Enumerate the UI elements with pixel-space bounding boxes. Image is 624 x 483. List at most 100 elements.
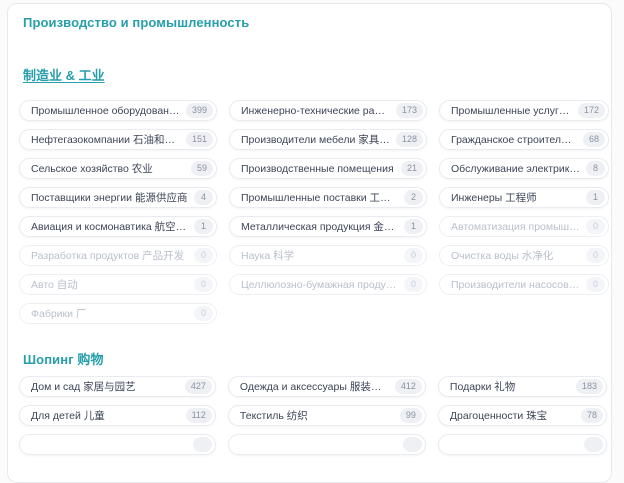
category-label: Авто 自动 [31, 277, 78, 292]
category-label: Для детей 儿童 [31, 408, 105, 423]
category-item[interactable]: Для детей 儿童 112 [19, 405, 216, 426]
category-label: Производители насосов 泵制造商 [451, 277, 580, 292]
category-item[interactable] [19, 434, 216, 455]
section-shopping: Шопинг 购物 Дом и сад 家居与园艺 427 Для детей 儿童… [19, 349, 607, 455]
category-label: Поставщики энергии 能源供应商 [31, 190, 187, 205]
category-count-badge: 1 [194, 219, 213, 234]
category-count-badge: 0 [586, 277, 605, 292]
category-count-badge: 427 [185, 379, 212, 394]
category-item[interactable]: Автоматизация промышленности 0 [439, 216, 609, 237]
category-count-badge: 412 [395, 379, 422, 394]
category-count-badge: 4 [194, 190, 213, 205]
category-count-badge: 112 [186, 408, 212, 423]
category-label: Промышленные поставки 工业用品 [241, 190, 398, 205]
category-label: Промышленные услуги 工业服务 [451, 103, 572, 118]
category-label: Одежда и аксессуары 服装和配饰 [240, 379, 389, 394]
category-item[interactable]: Производственные помещения 21 [229, 158, 427, 179]
category-item[interactable]: Промышленные поставки 工业用品 2 [229, 187, 427, 208]
category-item[interactable]: Одежда и аксессуары 服装和配饰 412 [228, 376, 426, 397]
category-count-badge: 0 [194, 248, 213, 263]
category-item[interactable]: Подарки 礼物183 [438, 376, 607, 397]
category-label: Подарки 礼物 [450, 379, 515, 394]
category-label: Инженеры 工程师 [451, 190, 537, 205]
category-count-badge: 99 [400, 408, 422, 423]
category-count-badge: 1 [404, 219, 423, 234]
category-count-badge: 151 [186, 132, 213, 147]
category-label: Нефтегазокомпании 石油和天然气公司 [31, 132, 180, 147]
category-label: Целлюлозно-бумажная продукция [241, 279, 398, 291]
category-count-badge: 0 [404, 277, 423, 292]
category-column: Дом и сад 家居与园艺 427 Для детей 儿童 112 [19, 376, 216, 455]
category-count-badge: 59 [191, 161, 213, 176]
industry-subcategory-link[interactable]: 制造业 & 工业 [23, 65, 105, 84]
category-label: Производители мебели 家具制造商 [241, 132, 390, 147]
categories-panel: Производство и промышленность 制造业 & 工业 П… [7, 3, 612, 483]
category-item[interactable]: Нефтегазокомпании 石油和天然气公司 151 [19, 129, 217, 150]
category-count-badge: 0 [586, 248, 605, 263]
category-item[interactable]: Поставщики энергии 能源供应商 4 [19, 187, 217, 208]
category-item[interactable]: Разработка продуктов 产品开发 0 [19, 245, 217, 266]
category-item[interactable]: Наука 科学 0 [229, 245, 427, 266]
category-count-badge: 0 [586, 219, 605, 234]
category-label: Гражданское строительство [451, 134, 577, 146]
category-item[interactable]: Очистка воды 水净化0 [439, 245, 609, 266]
category-item[interactable]: Сельское хозяйство 农业 59 [19, 158, 217, 179]
category-item[interactable]: Целлюлозно-бумажная продукция 0 [229, 274, 427, 295]
category-label: Разработка продуктов 产品开发 [31, 248, 184, 263]
category-item[interactable]: Авто 自动 0 [19, 274, 217, 295]
category-item[interactable] [228, 434, 426, 455]
category-count-badge [193, 437, 212, 452]
category-item[interactable]: Обслуживание электрики 电气维护 8 [439, 158, 609, 179]
category-item[interactable]: Авиация и космонавтика 航空和宇航 1 [19, 216, 217, 237]
category-count-badge: 0 [194, 306, 213, 321]
section-industry: Производство и промышленность 制造业 & 工业 П… [19, 15, 607, 324]
category-label: Обслуживание электрики 电气维护 [451, 161, 580, 176]
category-item[interactable]: Инженерно-технические работы 173 [229, 100, 427, 121]
category-label: Производственные помещения [241, 163, 394, 175]
category-label: Инженерно-технические работы [241, 105, 390, 117]
category-item[interactable] [438, 434, 607, 455]
category-column: Одежда и аксессуары 服装和配饰 412 Текстиль 纺织 9… [228, 376, 426, 455]
industry-category-grid: Промышленное оборудование 399 Нефтегазоком… [19, 100, 607, 324]
category-item[interactable]: Производители мебели 家具制造商 128 [229, 129, 427, 150]
category-count-badge: 0 [404, 248, 423, 263]
category-column: Инженерно-технические работы 173 Производи… [229, 100, 427, 324]
category-count-badge: 0 [194, 277, 213, 292]
category-label: Автоматизация промышленности [451, 221, 580, 233]
category-count-badge: 78 [581, 408, 603, 423]
category-count-badge: 128 [396, 132, 423, 147]
category-label: Авиация и космонавтика 航空和宇航 [31, 219, 188, 234]
category-label: Драгоценности 珠宝 [450, 408, 547, 423]
category-label: Дом и сад 家居与园艺 [31, 379, 136, 394]
category-item[interactable]: Дом и сад 家居与园艺 427 [19, 376, 216, 397]
category-item[interactable]: Гражданское строительство 68 [439, 129, 609, 150]
category-item[interactable]: Производители насосов 泵制造商 0 [439, 274, 609, 295]
shopping-category-grid: Дом и сад 家居与园艺 427 Для детей 儿童 112 Одежда … [19, 376, 607, 455]
category-item[interactable]: Фабрики 厂0 [19, 303, 217, 324]
category-count-badge [403, 437, 422, 452]
category-count-badge: 2 [404, 190, 423, 205]
category-item[interactable]: Инженеры 工程师 1 [439, 187, 609, 208]
category-count-badge: 68 [583, 132, 605, 147]
category-item[interactable]: Металлическая продукция 金属制品 1 [229, 216, 427, 237]
category-label: Металлическая продукция 金属制品 [241, 219, 398, 234]
category-count-badge: 21 [401, 161, 423, 176]
category-count-badge: 172 [578, 103, 605, 118]
category-item[interactable]: Промышленное оборудование 399 [19, 100, 217, 121]
category-label: Сельское хозяйство 农业 [31, 161, 153, 176]
category-column: Промышленное оборудование 399 Нефтегазоком… [19, 100, 217, 324]
category-label: Промышленное оборудование [31, 105, 180, 117]
group-title-industry: Производство и промышленность [23, 15, 607, 30]
category-count-badge [584, 437, 603, 452]
category-item[interactable]: Промышленные услуги 工业服务 172 [439, 100, 609, 121]
category-count-badge: 399 [186, 103, 213, 118]
category-count-badge: 1 [586, 190, 605, 205]
category-label: Наука 科学 [241, 248, 294, 263]
group-title-shopping: Шопинг 购物 [23, 349, 607, 368]
category-item[interactable]: Текстиль 纺织 99 [228, 405, 426, 426]
category-label: Текстиль 纺织 [240, 408, 308, 423]
category-item[interactable]: Драгоценности 珠宝 78 [438, 405, 607, 426]
category-count-badge: 173 [396, 103, 423, 118]
category-count-badge: 8 [586, 161, 605, 176]
category-column: Промышленные услуги 工业服务 172 Гражданское с… [439, 100, 609, 324]
